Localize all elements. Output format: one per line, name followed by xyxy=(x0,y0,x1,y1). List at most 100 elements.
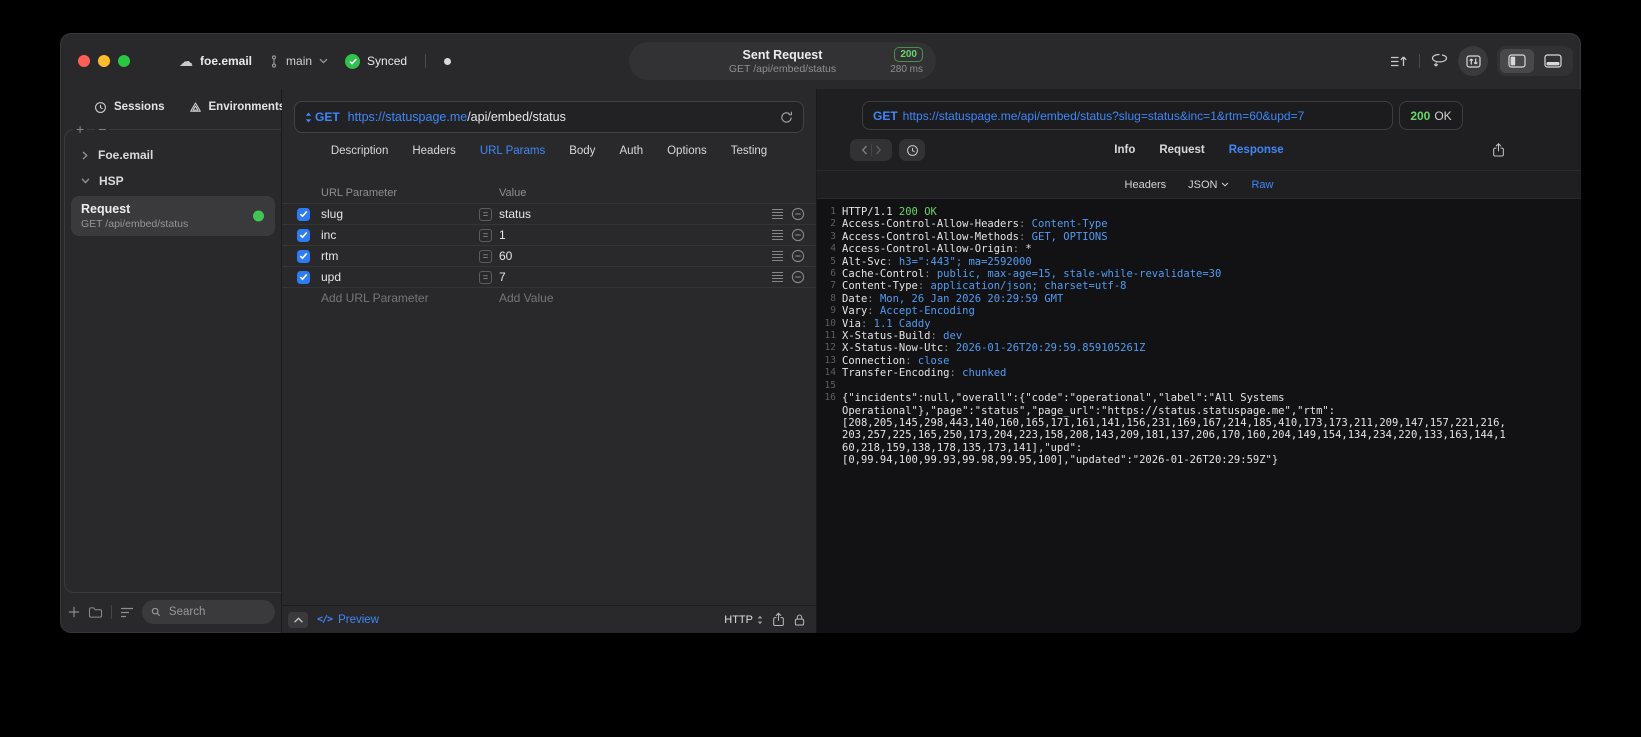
subtab-json[interactable]: JSON xyxy=(1188,179,1229,191)
response-line: 11 X-Status-Build: dev xyxy=(824,330,963,343)
add-folder-icon[interactable] xyxy=(88,606,103,619)
filter-list-icon[interactable] xyxy=(120,607,134,618)
status-text: OK xyxy=(1434,108,1452,123)
cloud-icon: ☁ xyxy=(179,53,193,69)
tab-request[interactable]: Request xyxy=(1159,144,1204,156)
sent-request-subtitle: GET /api/embed/status xyxy=(728,62,837,75)
response-line: 8 Date: Mon, 26 Jan 2026 20:29:59 GMT xyxy=(830,292,1064,305)
url-param-row: rtm = 60 xyxy=(282,245,816,266)
add-param-name[interactable]: Add URL Parameter xyxy=(321,291,499,305)
method-updown-icon xyxy=(305,112,312,122)
param-enabled-checkbox[interactable] xyxy=(297,207,310,221)
expand-panel-icon[interactable] xyxy=(288,611,308,628)
equals-icon: = xyxy=(479,249,492,263)
sort-requests-icon[interactable] xyxy=(1390,54,1409,69)
tab-description[interactable]: Description xyxy=(331,145,389,157)
param-options-icon[interactable] xyxy=(772,272,783,282)
request-url-bar[interactable]: GET https://statuspage.me/api/embed/stat… xyxy=(294,101,804,133)
param-name-field[interactable]: rtm xyxy=(321,249,479,263)
param-options-icon[interactable] xyxy=(772,230,783,240)
chevron-down-icon[interactable] xyxy=(319,58,328,64)
request-url[interactable]: https://statuspage.me/api/embed/status xyxy=(348,110,566,124)
param-enabled-checkbox[interactable] xyxy=(297,228,310,242)
main-area: Sessions Environments + − Foe.email HSP … xyxy=(60,89,1581,633)
response-line: 3 Access-Control-Allow-Methods: GET, OPTI… xyxy=(830,230,1108,243)
sync-check-icon xyxy=(345,53,361,69)
swap-panels-icon[interactable] xyxy=(1458,46,1488,76)
param-value-field[interactable]: 60 xyxy=(499,249,772,263)
tree-item-foe-email[interactable]: Foe.email xyxy=(65,142,281,168)
remove-param-icon[interactable] xyxy=(791,207,805,221)
subtab-raw[interactable]: Raw xyxy=(1251,179,1273,191)
url-param-row: upd = 7 xyxy=(282,266,816,287)
export-response-icon[interactable] xyxy=(1492,143,1505,158)
branch-name[interactable]: main xyxy=(286,54,312,68)
param-name-field[interactable]: upd xyxy=(321,270,479,284)
tab-sessions[interactable]: Sessions xyxy=(94,101,165,114)
params-rows: slug = status inc = 1 rtm = 60 upd = 7 xyxy=(282,203,816,287)
project-name[interactable]: foe.email xyxy=(200,54,252,68)
add-param-value[interactable]: Add Value xyxy=(499,291,554,305)
resend-icon[interactable] xyxy=(780,110,793,124)
param-name-field[interactable]: inc xyxy=(321,228,479,242)
lock-icon[interactable] xyxy=(794,613,805,627)
tab-testing[interactable]: Testing xyxy=(731,145,767,157)
params-header: URL Parameter Value xyxy=(282,177,816,203)
remove-param-icon[interactable] xyxy=(791,228,805,242)
tab-body[interactable]: Body xyxy=(569,145,595,157)
remove-session-button[interactable]: − xyxy=(95,121,110,137)
sidebar: Sessions Environments + − Foe.email HSP … xyxy=(60,89,285,633)
param-value-field[interactable]: 7 xyxy=(499,270,772,284)
param-options-icon[interactable] xyxy=(772,209,783,219)
add-session-button[interactable]: + xyxy=(73,121,88,137)
toggle-sidebar-icon[interactable] xyxy=(1500,49,1534,73)
zoom-button[interactable] xyxy=(118,55,130,67)
param-enabled-checkbox[interactable] xyxy=(297,270,310,284)
sent-request-line[interactable]: GET https://statuspage.me/api/embed/stat… xyxy=(862,101,1393,130)
tab-environments[interactable]: Environments xyxy=(189,101,285,114)
add-request-icon[interactable] xyxy=(68,606,80,618)
toggle-bottom-panel-icon[interactable] xyxy=(1536,49,1570,73)
request-editor: GET https://statuspage.me/api/embed/stat… xyxy=(282,89,817,633)
tab-url-params[interactable]: URL Params xyxy=(480,145,545,157)
response-raw[interactable]: 1 HTTP/1.1 200 OK 2 Access-Control-Allow-He… xyxy=(817,198,1581,633)
response-line: 13 Connection: close xyxy=(824,354,950,367)
chevron-down-icon xyxy=(1222,182,1229,187)
tab-info[interactable]: Info xyxy=(1114,144,1135,156)
param-options-icon[interactable] xyxy=(772,251,783,261)
response-subtabs: Headers JSON Raw xyxy=(817,170,1581,198)
search-box[interactable] xyxy=(142,600,275,624)
preview-button[interactable]: Preview xyxy=(338,614,379,626)
param-enabled-checkbox[interactable] xyxy=(297,249,310,263)
response-line: 1 HTTP/1.1 200 OK xyxy=(830,206,937,218)
param-name-field[interactable]: slug xyxy=(321,207,479,221)
tab-auth[interactable]: Auth xyxy=(619,145,643,157)
share-request-icon[interactable] xyxy=(772,612,785,627)
remove-param-icon[interactable] xyxy=(791,270,805,284)
method-selector[interactable]: GET xyxy=(305,110,340,124)
sidebar-toolbar xyxy=(68,599,275,625)
request-item-subtitle: GET /api/embed/status xyxy=(81,218,189,230)
minimize-button[interactable] xyxy=(98,55,110,67)
lasso-export-icon[interactable] xyxy=(1430,53,1449,69)
branch-icon xyxy=(269,54,279,68)
request-status-pill[interactable]: Sent Request GET /api/embed/status 200 2… xyxy=(629,42,936,80)
response-line: 12 X-Status-Now-Utc: 2026-01-26T20:29:59.… xyxy=(824,342,1146,355)
protocol-updown-icon xyxy=(757,615,763,624)
param-value-field[interactable]: 1 xyxy=(499,228,772,242)
tab-headers[interactable]: Headers xyxy=(412,145,455,157)
request-tabs: Description Headers URL Params Body Auth… xyxy=(282,133,816,169)
close-button[interactable] xyxy=(78,55,90,67)
subtab-headers[interactable]: Headers xyxy=(1125,179,1167,191)
titlebar-actions xyxy=(1390,46,1573,76)
request-list-item[interactable]: Request GET /api/embed/status xyxy=(71,196,275,236)
protocol-selector[interactable]: HTTP xyxy=(724,614,763,626)
tree-item-hsp[interactable]: HSP xyxy=(65,168,281,194)
remove-param-icon[interactable] xyxy=(791,249,805,263)
tab-response[interactable]: Response xyxy=(1229,144,1284,156)
add-param-row: Add URL Parameter Add Value xyxy=(282,287,816,308)
search-input[interactable] xyxy=(166,605,266,619)
tab-options[interactable]: Options xyxy=(667,145,707,157)
sidebar-tabs: Sessions Environments xyxy=(60,89,285,125)
param-value-field[interactable]: status xyxy=(499,207,772,221)
